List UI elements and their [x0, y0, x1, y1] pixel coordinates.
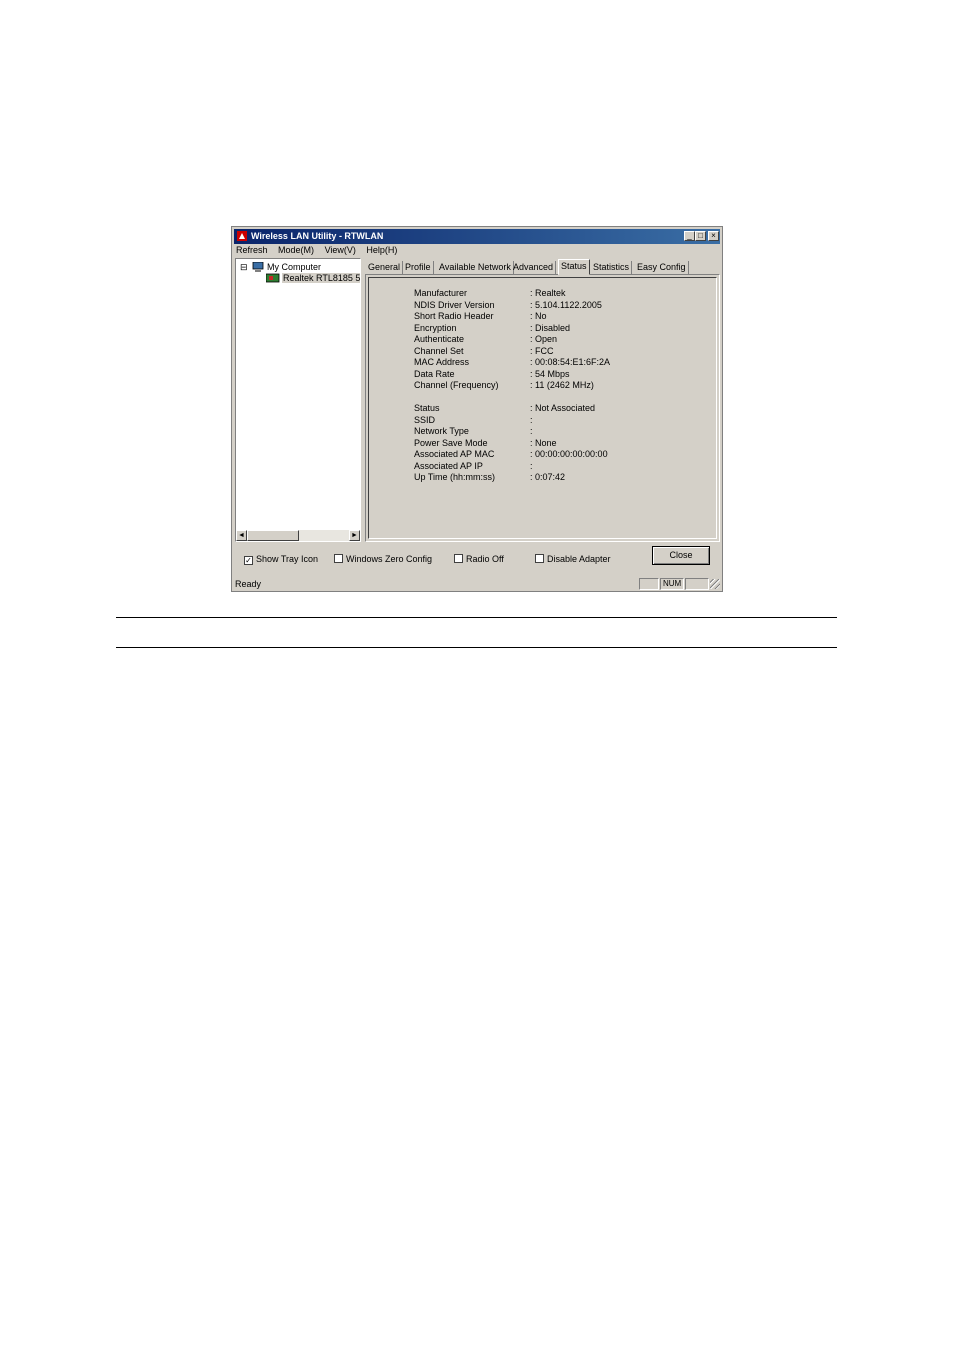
tree-expand-icon[interactable]: ⊟	[240, 262, 248, 273]
show-tray-icon-checkbox[interactable]: ✓ Show Tray Icon	[244, 554, 318, 566]
menu-mode[interactable]: Mode(M)	[278, 245, 314, 255]
scroll-left-icon[interactable]: ◄	[236, 530, 247, 541]
menu-bar: Refresh Mode(M) View(V) Help(H)	[236, 245, 405, 257]
tab-advanced[interactable]: Advanced	[511, 261, 557, 274]
status-row-value: : 0:07:42	[530, 472, 566, 482]
status-row: Channel (Frequency) : 11 (2462 MHz)	[414, 380, 654, 391]
status-row-value: : 11 (2462 MHz)	[530, 380, 594, 390]
window-title: Wireless LAN Utility - RTWLAN	[251, 231, 384, 241]
status-row-value: :	[530, 460, 533, 471]
radio-off-box[interactable]	[454, 554, 463, 563]
status-row-value: : Not Associated	[530, 403, 596, 413]
status-row-label: Status	[414, 403, 440, 413]
status-row: SSID:	[414, 415, 654, 426]
status-row-label: Channel (Frequency)	[414, 380, 499, 390]
app-icon	[237, 231, 247, 241]
status-row-label: Short Radio Header	[414, 311, 494, 321]
status-row-label: Channel Set	[414, 345, 464, 356]
status-row-value: : FCC	[530, 345, 554, 356]
show-tray-icon-check-icon[interactable]: ✓	[244, 556, 253, 565]
close-button[interactable]: Close	[652, 546, 710, 565]
status-row-label: Associated AP IP	[414, 460, 483, 471]
status-row-label: Associated AP MAC	[414, 449, 495, 459]
status-row-value: : 54 Mbps	[530, 368, 570, 379]
status-pane-empty-2	[685, 578, 709, 590]
status-row: Power Save Mode : None	[414, 438, 654, 449]
tab-available-network[interactable]: Available Network	[437, 261, 514, 274]
computer-icon	[252, 262, 264, 272]
title-bar[interactable]: Wireless LAN Utility - RTWLAN _ □ ×	[234, 229, 720, 244]
windows-zero-config-label: Windows Zero Config	[346, 554, 433, 564]
status-row: MAC Address : 00:08:54:E1:6F:2A	[414, 357, 654, 368]
tree-item-realtek-adapter[interactable]: Realtek RTL8185 54M	[282, 273, 360, 283]
radio-off-checkbox[interactable]: Radio Off	[454, 554, 504, 566]
status-row: Authenticate : Open	[414, 334, 654, 345]
status-row: Associated AP MAC : 00:00:00:00:00:00	[414, 449, 654, 460]
maximize-button[interactable]: □	[695, 231, 706, 241]
windows-zero-config-box[interactable]	[334, 554, 343, 563]
status-row: Network Type:	[414, 426, 654, 437]
status-row-label: Data Rate	[414, 368, 455, 379]
windows-zero-config-checkbox[interactable]: Windows Zero Config	[334, 554, 432, 566]
disable-adapter-checkbox[interactable]: Disable Adapter	[535, 554, 611, 566]
network-adapter-icon	[266, 273, 280, 283]
status-row: Up Time (hh:mm:ss) : 0:07:42	[414, 472, 654, 483]
show-tray-icon-label: Show Tray Icon	[256, 554, 319, 564]
close-window-button[interactable]: ×	[708, 231, 719, 241]
tab-profile[interactable]: Profile	[403, 261, 434, 274]
tree-horizontal-scrollbar[interactable]: ◄ ►	[236, 530, 360, 541]
device-tree: ⊟ My Computer Realtek RTL8185 54M ◄ ►	[235, 258, 361, 542]
status-row-label: Network Type	[414, 426, 469, 436]
menu-view[interactable]: View(V)	[325, 245, 356, 255]
status-row-value: : 00:08:54:E1:6F:2A	[530, 357, 611, 367]
tab-easy-config[interactable]: Easy Config	[635, 261, 689, 274]
minimize-button[interactable]: _	[684, 231, 695, 241]
status-pane-empty	[639, 578, 659, 590]
status-row-label: Manufacturer	[414, 288, 468, 298]
tab-status[interactable]: Status	[558, 259, 590, 275]
status-row-value: : 5.104.1122.2005	[530, 299, 602, 310]
status-row: Encryption : Disabled	[414, 323, 654, 334]
status-row: NDIS Driver Version : 5.104.1122.2005	[414, 300, 654, 311]
tab-general[interactable]: General	[366, 261, 404, 274]
scroll-thumb[interactable]	[247, 530, 299, 541]
status-row-label: Authenticate	[414, 334, 465, 344]
radio-off-label: Radio Off	[466, 554, 504, 564]
status-row-value: : Open	[530, 334, 558, 344]
status-row-label: Up Time (hh:mm:ss)	[414, 472, 496, 482]
status-row: Short Radio Header : No	[414, 311, 654, 322]
status-row-value: : Disabled	[530, 322, 571, 333]
tab-statistics[interactable]: Statistics	[591, 261, 633, 274]
status-row-label: Encryption	[414, 322, 457, 333]
status-row-label: MAC Address	[414, 357, 470, 367]
menu-refresh[interactable]: Refresh	[236, 245, 268, 255]
status-row: Status : Not Associated	[414, 403, 654, 414]
status-row-value: : No	[530, 311, 547, 321]
status-row: Manufacturer : Realtek	[414, 288, 654, 299]
disable-adapter-label: Disable Adapter	[547, 554, 611, 564]
status-row: Data Rate : 54 Mbps	[414, 369, 654, 380]
status-row-label: NDIS Driver Version	[414, 299, 495, 310]
status-row: Associated AP IP:	[414, 461, 654, 472]
status-row-value: :	[530, 414, 533, 425]
status-row-value: : 00:00:00:00:00:00	[530, 449, 608, 459]
status-row: Channel Set : FCC	[414, 346, 654, 357]
status-row-label: Power Save Mode	[414, 437, 488, 448]
status-pane-num: NUM	[660, 578, 684, 590]
status-row-value: : None	[530, 437, 557, 448]
divider-rule-bottom	[116, 647, 837, 648]
menu-help[interactable]: Help(H)	[366, 245, 397, 255]
status-row-label: SSID	[414, 414, 436, 425]
status-row-value: : Realtek	[530, 288, 566, 298]
resize-grip-icon[interactable]	[710, 579, 720, 589]
tree-item-my-computer[interactable]: My Computer	[267, 262, 321, 272]
status-bar-text: Ready	[235, 579, 262, 589]
status-row-value: :	[530, 426, 533, 436]
scroll-right-icon[interactable]: ►	[349, 530, 360, 541]
disable-adapter-box[interactable]	[535, 554, 544, 563]
wireless-lan-utility-window: Wireless LAN Utility - RTWLAN _ □ × Refr…	[231, 226, 723, 592]
divider-rule-top	[116, 617, 837, 618]
